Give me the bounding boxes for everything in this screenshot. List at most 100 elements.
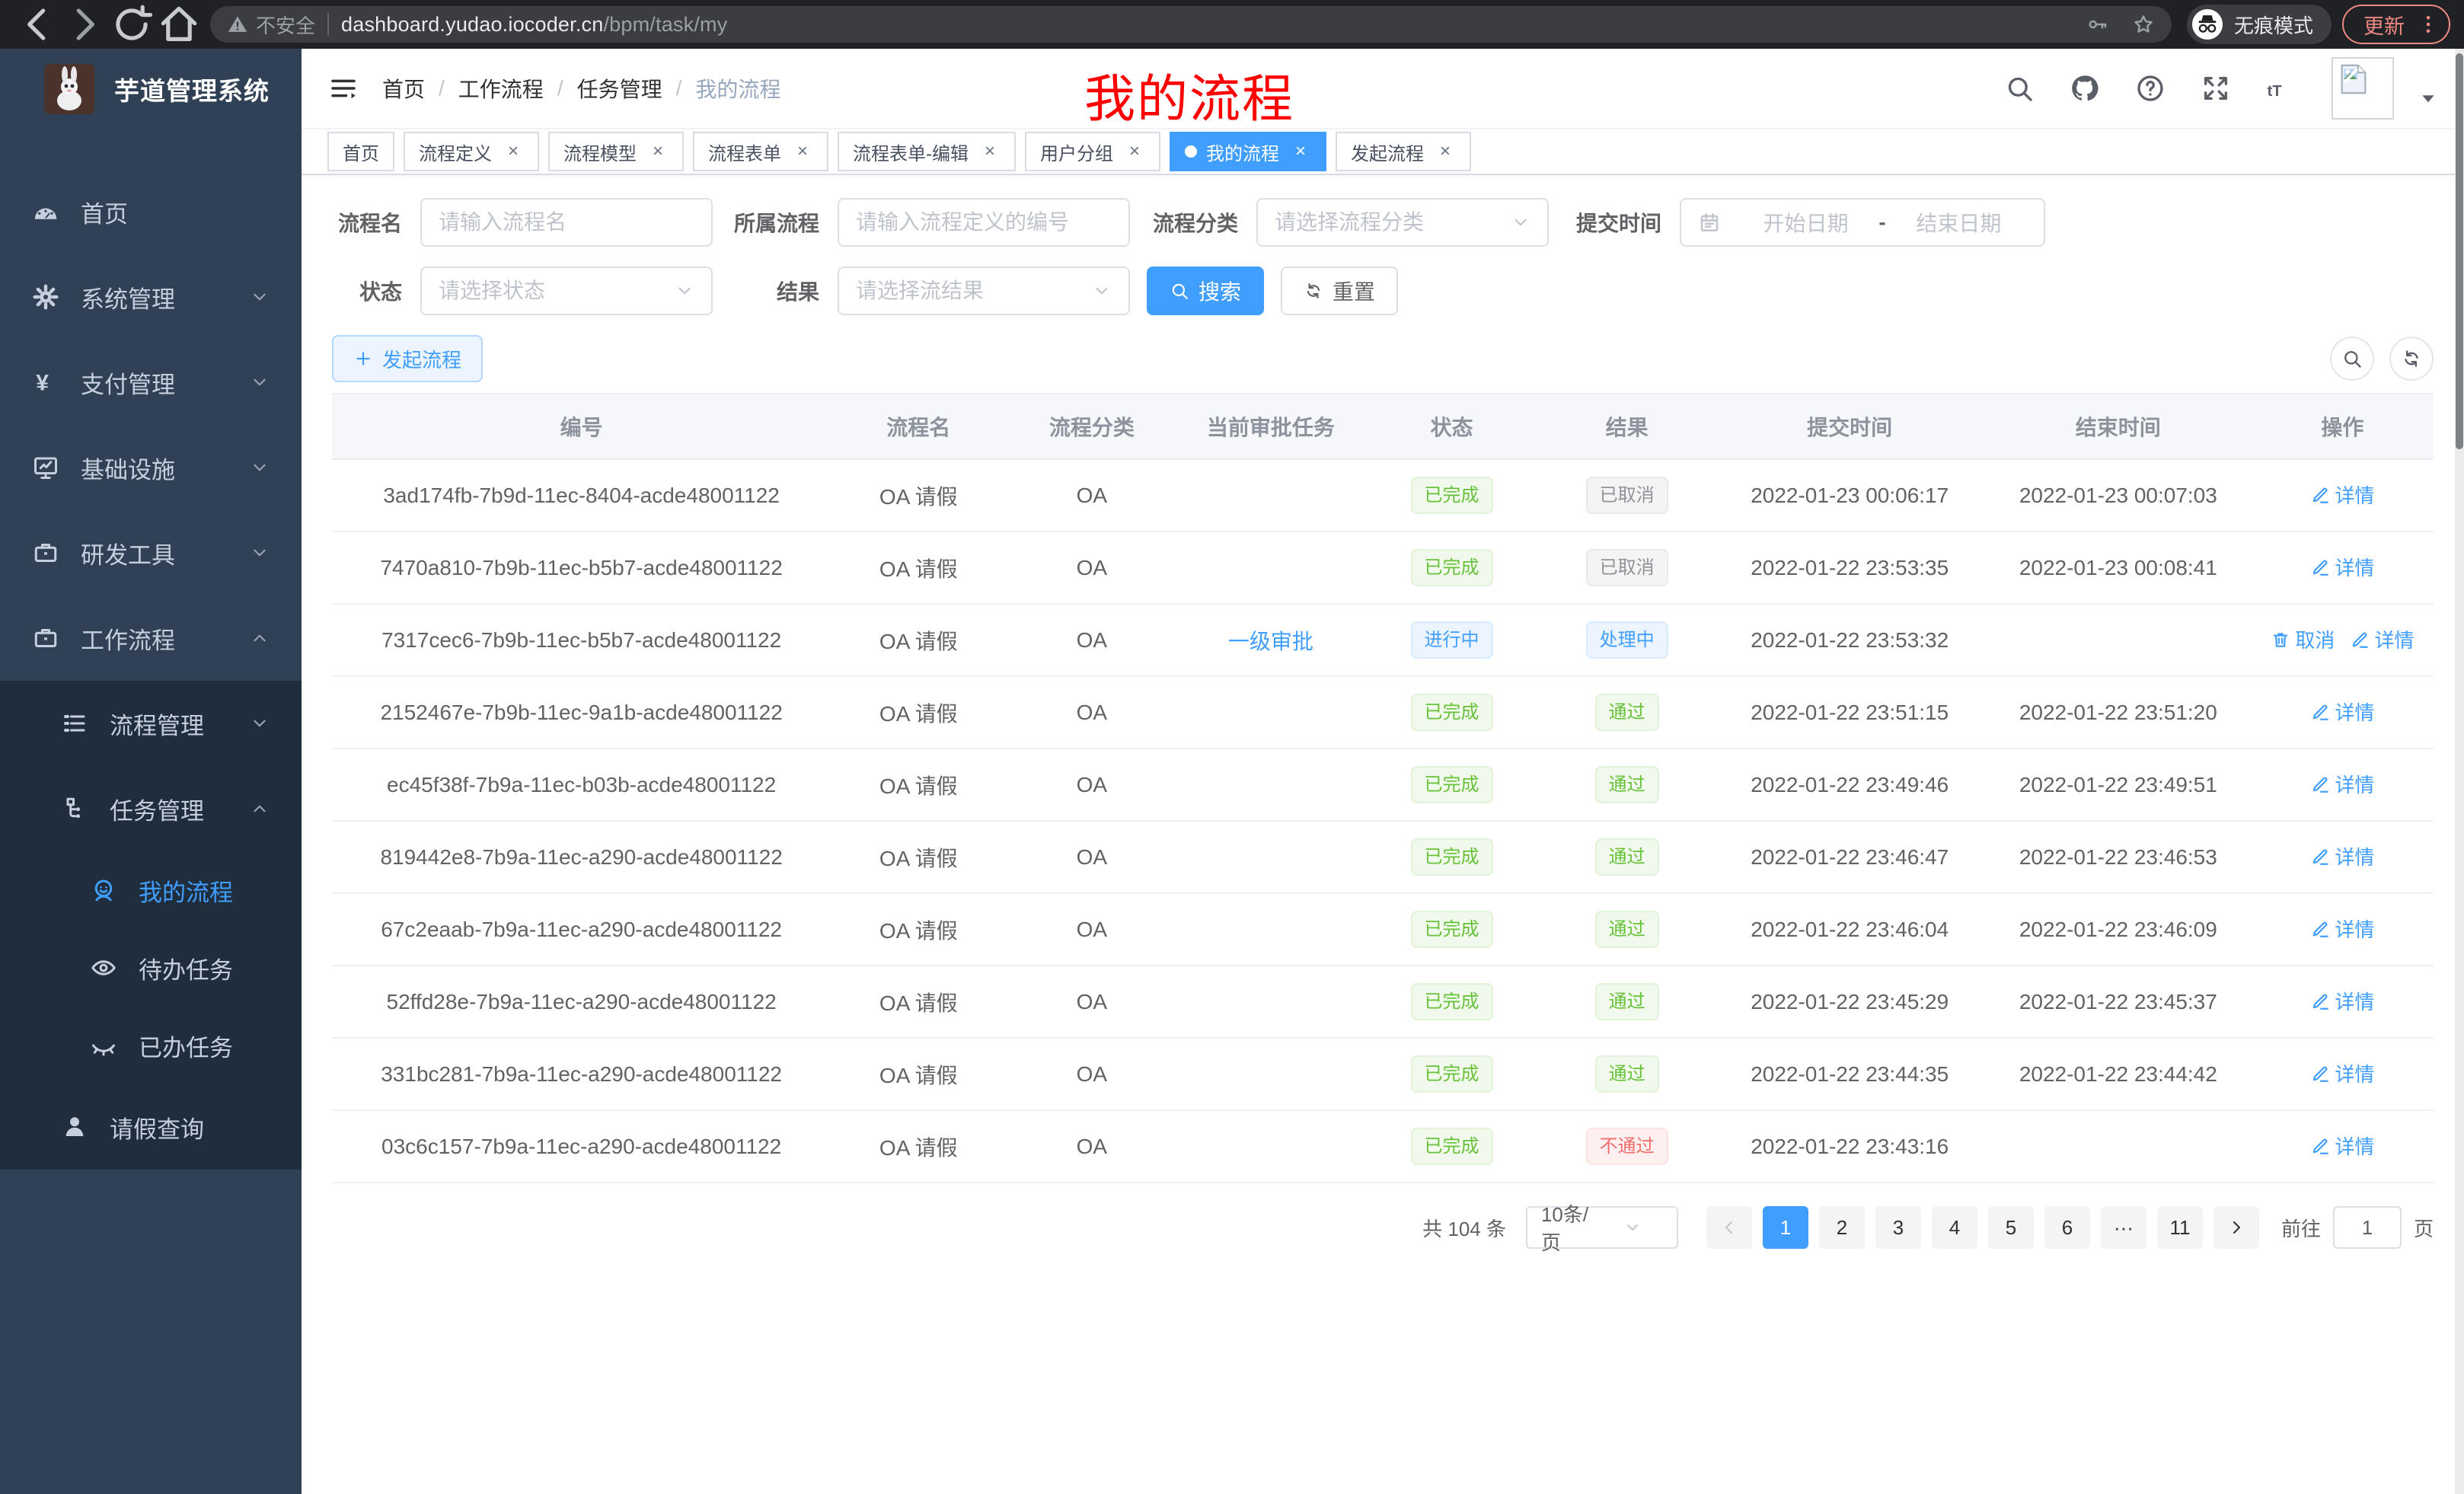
tag-我的流程[interactable]: 我的流程× — [1170, 132, 1326, 171]
chev-down-icon — [250, 372, 270, 392]
security-indicator[interactable]: 不安全 — [227, 11, 315, 39]
detail-link[interactable]: 详情 — [2310, 698, 2374, 726]
browser-update-button[interactable]: 更新 — [2342, 5, 2450, 44]
browser-reload-icon[interactable] — [108, 5, 155, 43]
create-process-button[interactable]: 发起流程 — [332, 335, 483, 382]
svg-text:tT: tT — [2268, 83, 2282, 100]
page-ellipsis[interactable]: ··· — [2101, 1206, 2146, 1249]
goto-page-input[interactable] — [2333, 1206, 2402, 1249]
hamburger-icon[interactable] — [327, 72, 359, 104]
tag-发起流程[interactable]: 发起流程× — [1336, 132, 1471, 171]
detail-link[interactable]: 详情 — [2310, 480, 2374, 509]
date-range-picker[interactable]: 开始日期 - 结束日期 — [1680, 198, 2045, 247]
close-icon[interactable]: × — [792, 141, 813, 162]
detail-link[interactable]: 详情 — [2310, 842, 2374, 870]
status-select-input[interactable] — [439, 279, 669, 303]
page-button-6[interactable]: 6 — [2044, 1206, 2090, 1249]
scrollbar-thumb[interactable] — [2456, 53, 2463, 449]
detail-link[interactable]: 详情 — [2310, 915, 2374, 943]
sidebar-item-workflow[interactable]: 工作流程 — [0, 595, 302, 681]
sidebar-item-system[interactable]: 系统管理 — [0, 254, 302, 340]
close-icon[interactable]: × — [503, 141, 524, 162]
close-icon[interactable]: × — [1290, 141, 1311, 162]
browser-back-icon[interactable] — [14, 5, 61, 43]
sidebar-item-done-task[interactable]: 已办任务 — [0, 1007, 302, 1084]
sidebar-item-infra[interactable]: 基础设施 — [0, 425, 302, 510]
breadcrumb-item[interactable]: 任务管理 — [577, 73, 662, 104]
breadcrumb: 首页/工作流程/任务管理/我的流程 — [382, 73, 780, 104]
sidebar-item-payment[interactable]: ¥支付管理 — [0, 340, 302, 425]
url-bar[interactable]: 不安全 dashboard.yudao.iocoder.cn/bpm/task/… — [210, 6, 2172, 43]
close-icon[interactable]: × — [1435, 141, 1456, 162]
cell-end-time: 2022-01-23 00:07:03 — [1985, 459, 2252, 532]
sidebar-item-home[interactable]: 首页 — [0, 169, 302, 254]
breadcrumb-item[interactable]: 首页 — [382, 73, 425, 104]
detail-link[interactable]: 详情 — [2310, 1132, 2374, 1160]
detail-link[interactable]: 详情 — [2310, 987, 2374, 1015]
date-end-placeholder[interactable]: 结束日期 — [1891, 207, 2027, 238]
github-icon[interactable] — [2070, 73, 2100, 104]
page-button-3[interactable]: 3 — [1875, 1206, 1921, 1249]
refresh-table-button[interactable] — [2389, 337, 2434, 381]
detail-link[interactable]: 详情 — [2310, 553, 2374, 581]
page-button-2[interactable]: 2 — [1819, 1206, 1865, 1249]
tag-流程表单-编辑[interactable]: 流程表单-编辑× — [838, 132, 1016, 171]
page-size-select[interactable]: 10条/页 — [1526, 1206, 1678, 1249]
category-select-input[interactable] — [1275, 210, 1505, 235]
scrollbar[interactable] — [2455, 49, 2464, 1494]
tag-用户分组[interactable]: 用户分组× — [1025, 132, 1160, 171]
cell-end-time — [1985, 1110, 2252, 1183]
logo-row[interactable]: 芋道管理系统 — [0, 49, 302, 129]
search-button[interactable]: 搜索 — [1147, 267, 1264, 315]
tag-流程表单[interactable]: 流程表单× — [693, 132, 828, 171]
detail-link[interactable]: 详情 — [2310, 770, 2374, 798]
op-label: 详情 — [2335, 1132, 2374, 1160]
close-icon[interactable]: × — [1124, 141, 1145, 162]
detail-link[interactable]: 详情 — [2310, 1059, 2374, 1087]
reset-button[interactable]: 重置 — [1281, 267, 1398, 315]
next-page-button[interactable] — [2213, 1206, 2259, 1249]
column-header: 结果 — [1540, 394, 1715, 459]
current-task-link[interactable]: 一级审批 — [1228, 630, 1313, 653]
sidebar-item-process-mgmt[interactable]: 流程管理 — [0, 681, 302, 766]
browser-home-icon[interactable] — [155, 5, 203, 43]
tag-流程模型[interactable]: 流程模型× — [548, 132, 684, 171]
password-key-icon[interactable] — [2086, 13, 2109, 36]
sidebar-item-todo-task[interactable]: 待办任务 — [0, 929, 302, 1007]
breadcrumb-separator: / — [557, 76, 563, 101]
sidebar-item-leave-query[interactable]: 请假查询 — [0, 1084, 302, 1170]
owner-process-input[interactable] — [856, 210, 1112, 235]
cell-current-task — [1177, 459, 1364, 532]
font-size-icon[interactable]: tT — [2266, 73, 2296, 104]
detail-link[interactable]: 详情 — [2350, 625, 2414, 653]
help-icon[interactable] — [2135, 73, 2166, 104]
bookmark-star-icon[interactable] — [2132, 13, 2155, 36]
sidebar-item-task-mgmt[interactable]: 任务管理 — [0, 766, 302, 851]
result-select[interactable] — [838, 267, 1130, 315]
cancel-link[interactable]: 取消 — [2271, 625, 2335, 653]
sidebar-item-devtools[interactable]: 研发工具 — [0, 510, 302, 595]
process-name-input[interactable] — [439, 210, 694, 235]
date-start-placeholder[interactable]: 开始日期 — [1738, 207, 1874, 238]
avatar-caret-icon[interactable] — [2418, 69, 2438, 108]
page-button-11[interactable]: 11 — [2157, 1206, 2203, 1249]
browser-menu-icon[interactable] — [2417, 13, 2440, 36]
fullscreen-icon[interactable] — [2201, 73, 2231, 104]
toggle-search-button[interactable] — [2330, 337, 2374, 381]
page-button-5[interactable]: 5 — [1988, 1206, 2034, 1249]
prev-page-button[interactable] — [1706, 1206, 1752, 1249]
tag-首页[interactable]: 首页 — [327, 132, 394, 171]
search-icon[interactable] — [2004, 73, 2035, 104]
category-select[interactable] — [1256, 198, 1549, 247]
page-button-1[interactable]: 1 — [1763, 1206, 1808, 1249]
page-button-4[interactable]: 4 — [1932, 1206, 1977, 1249]
result-select-input[interactable] — [856, 279, 1086, 303]
breadcrumb-item[interactable]: 工作流程 — [458, 73, 544, 104]
close-icon[interactable]: × — [979, 141, 1001, 162]
status-select[interactable] — [420, 267, 713, 315]
avatar[interactable] — [2332, 57, 2394, 120]
tag-流程定义[interactable]: 流程定义× — [404, 132, 539, 171]
sidebar-item-my-process[interactable]: 我的流程 — [0, 851, 302, 929]
close-icon[interactable]: × — [647, 141, 669, 162]
browser-forward-icon[interactable] — [61, 5, 108, 43]
